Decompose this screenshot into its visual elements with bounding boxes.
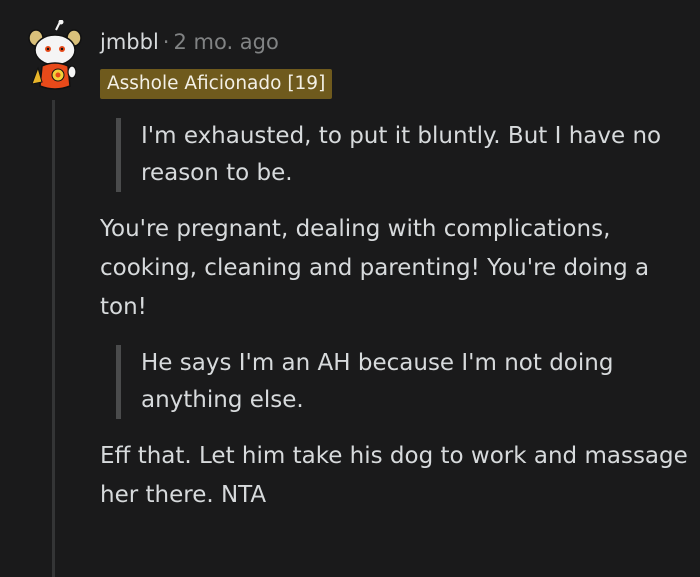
username-link[interactable]: jmbbl xyxy=(100,30,159,54)
comment-body: I'm exhausted, to put it bluntly. But I … xyxy=(100,118,690,533)
comment-header: jmbbl · 2 mo. ago xyxy=(100,30,279,54)
meta-separator: · xyxy=(162,30,170,54)
blockquote-2: He says I'm an AH because I'm not doing … xyxy=(116,345,690,419)
comment-paragraph-1: You're pregnant, dealing with complicati… xyxy=(100,216,650,320)
thread-collapse-line[interactable] xyxy=(52,100,55,577)
timestamp[interactable]: 2 mo. ago xyxy=(173,30,278,54)
comment-paragraph-2: Eff that. Let him take his dog to work a… xyxy=(100,443,688,508)
user-avatar-icon[interactable] xyxy=(24,19,84,92)
user-flair-badge: Asshole Aficionado [19] xyxy=(100,69,333,99)
blockquote-1: I'm exhausted, to put it bluntly. But I … xyxy=(116,118,690,192)
